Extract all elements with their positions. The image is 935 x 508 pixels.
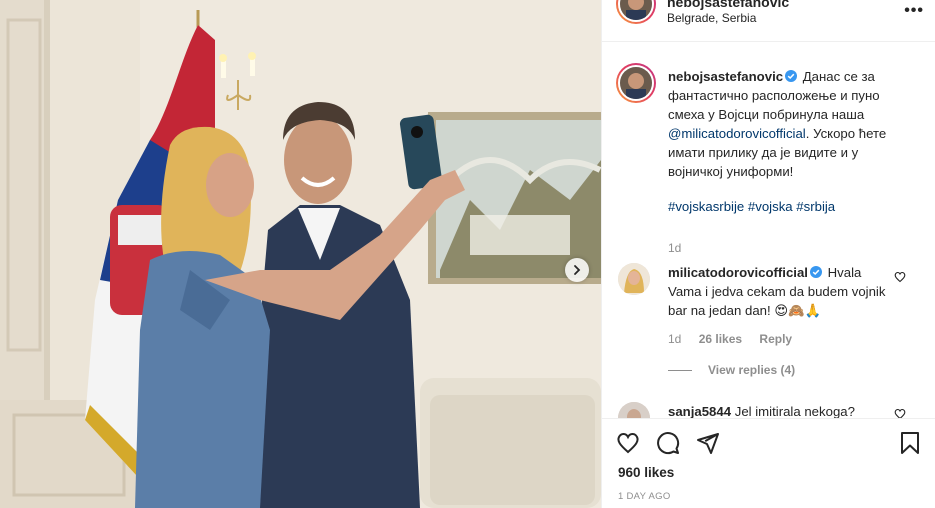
- comment-username[interactable]: milicatodorovicofficial: [668, 265, 808, 280]
- post-header: nebojsastefanovic Belgrade, Serbia •••: [602, 0, 935, 42]
- author-username[interactable]: nebojsastefanovic: [667, 0, 789, 10]
- chevron-right-icon: [574, 265, 581, 275]
- hashtag-link[interactable]: #vojskasrbije: [668, 199, 744, 214]
- action-icons: [616, 431, 720, 455]
- author-avatar[interactable]: [616, 0, 656, 24]
- bookmark-icon[interactable]: [898, 431, 922, 455]
- likes-count[interactable]: 960 likes: [618, 465, 674, 480]
- comment-likes[interactable]: 26 likes: [699, 332, 742, 346]
- hashtag-link[interactable]: #srbija: [796, 199, 835, 214]
- post-actions: 960 likes 1 DAY AGO: [602, 418, 935, 508]
- caption-hashtags: #vojskasrbije #vojska #srbija: [668, 197, 916, 216]
- comments-section[interactable]: nebojsastefanovic Данас се за фантастичн…: [602, 43, 935, 418]
- verified-badge-icon: [809, 266, 822, 278]
- caption-mention-link[interactable]: @milicatodorovicofficial: [668, 126, 806, 141]
- view-replies-label: View replies (4): [708, 363, 796, 377]
- reply-button[interactable]: Reply: [759, 332, 792, 346]
- comment-username[interactable]: sanja5844: [668, 404, 731, 418]
- comment-time[interactable]: 1d: [668, 332, 681, 346]
- post-photo[interactable]: [0, 0, 601, 508]
- commenter-avatar[interactable]: [618, 402, 650, 418]
- commenter-avatar[interactable]: [618, 263, 650, 295]
- post-location[interactable]: Belgrade, Serbia: [667, 11, 756, 25]
- view-replies-button[interactable]: View replies (4): [668, 363, 795, 377]
- verified-badge-icon: [785, 70, 798, 82]
- comment-text: sanja5844 Jel imitirala nekoga?: [668, 404, 898, 418]
- comment-body: Jel imitirala nekoga?: [734, 404, 855, 418]
- share-icon[interactable]: [696, 431, 720, 455]
- comment-text: milicatodorovicofficial Hvala Vama i jed…: [668, 263, 893, 320]
- replies-divider: [668, 369, 692, 371]
- comment-like-heart-icon[interactable]: [894, 408, 906, 418]
- more-options-icon[interactable]: •••: [904, 2, 924, 20]
- caption-time[interactable]: 1d: [668, 241, 681, 255]
- post-timestamp[interactable]: 1 DAY AGO: [618, 491, 671, 502]
- hashtag-link[interactable]: #vojska: [748, 199, 793, 214]
- caption-text: nebojsastefanovic Данас се за фантастичн…: [668, 67, 916, 216]
- comment-meta: 1d 26 likes Reply: [668, 332, 806, 346]
- heart-icon[interactable]: [616, 431, 640, 455]
- comment-icon[interactable]: [656, 431, 680, 455]
- next-image-button[interactable]: [565, 258, 589, 282]
- post-image: [0, 0, 601, 508]
- comment-like-heart-icon[interactable]: [894, 271, 906, 283]
- caption-avatar[interactable]: [616, 63, 656, 103]
- caption-username[interactable]: nebojsastefanovic: [668, 69, 783, 84]
- post-sidebar: nebojsastefanovic Belgrade, Serbia ••• n…: [601, 0, 935, 508]
